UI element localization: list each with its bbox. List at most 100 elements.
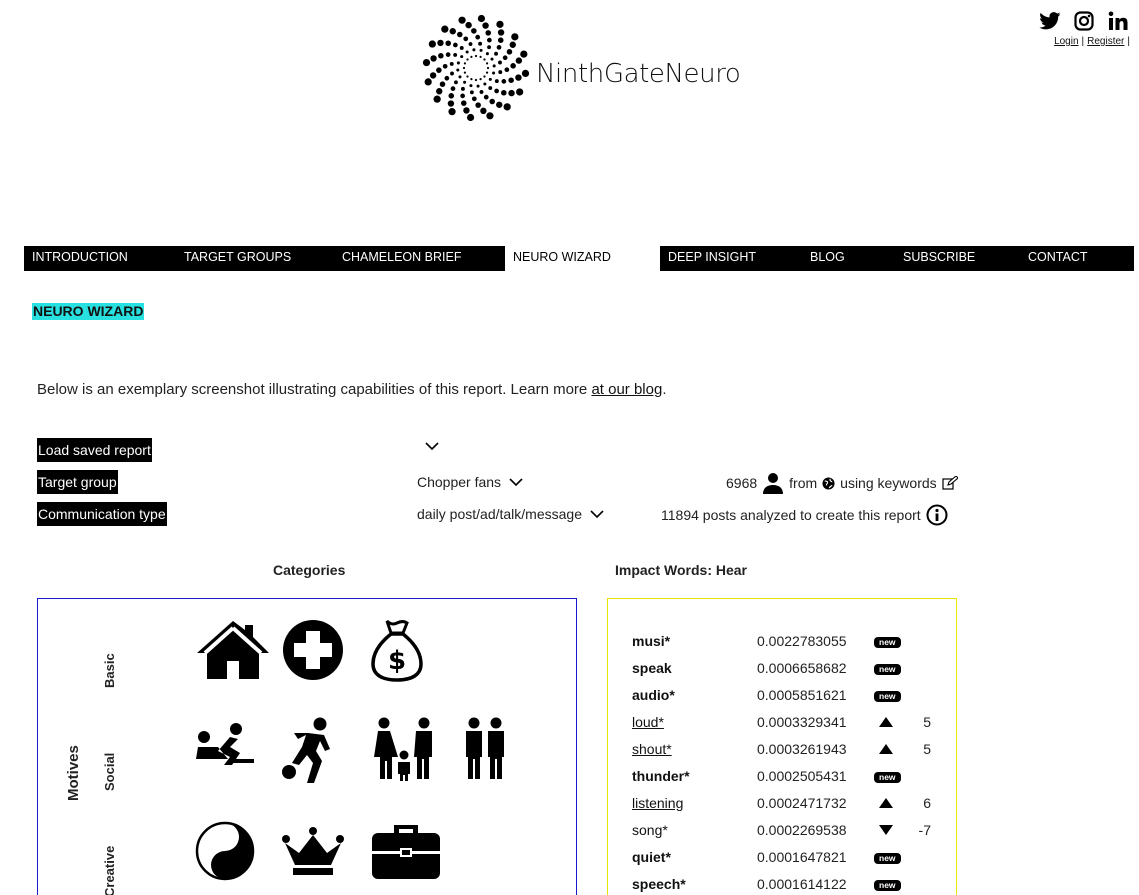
impact-word: song*: [632, 822, 668, 838]
impact-word: musi*: [632, 633, 671, 649]
home-icon[interactable]: [195, 619, 271, 681]
login-link[interactable]: Login: [1054, 36, 1078, 47]
impact-value: 0.0006658682: [757, 660, 847, 676]
nav-item-chameleon-brief[interactable]: CHAMELEON BRIEF: [334, 246, 505, 271]
nav-item-subscribe[interactable]: SUBSCRIBE: [895, 246, 1020, 271]
linkedin-icon[interactable]: [1107, 10, 1129, 32]
family-icon[interactable]: [370, 717, 436, 781]
globe-icon: [822, 476, 835, 490]
logo-dot: [479, 90, 484, 94]
row-label-social: Social: [102, 752, 117, 791]
user-icon: [763, 473, 784, 494]
impact-word[interactable]: loud*: [632, 714, 664, 730]
logo-dot: [511, 33, 519, 41]
brand-logo[interactable]: NinthGateNeuro: [422, 14, 752, 122]
rank-delta: 5: [923, 714, 931, 730]
logo-dot: [448, 93, 455, 99]
nav-item-introduction[interactable]: INTRODUCTION: [24, 246, 176, 271]
target-count: 6968: [726, 475, 758, 491]
logo-dot: [488, 86, 493, 90]
crown-icon[interactable]: [281, 825, 345, 877]
impact-word[interactable]: listening: [632, 795, 683, 811]
logo-dot: [483, 82, 487, 86]
logo-dot: [442, 63, 448, 69]
impact-word-row: musi* 0.0022783055 new: [632, 633, 952, 655]
logo-dot: [482, 22, 489, 29]
impact-value: 0.0003261943: [757, 741, 847, 757]
target-group-select[interactable]: Chopper fans: [417, 474, 523, 490]
edit-icon[interactable]: [942, 476, 958, 490]
target-group-label: Target group: [37, 470, 118, 494]
money-bag-icon[interactable]: $: [370, 617, 424, 683]
logo-dot: [458, 16, 466, 24]
logo-dot: [458, 75, 462, 79]
triangle-up-icon: [879, 798, 893, 808]
impact-word-row: speak 0.0006658682 new: [632, 660, 952, 682]
logo-dot: [474, 78, 478, 82]
logo-dot: [449, 28, 456, 35]
logo-dot: [483, 94, 489, 100]
logo-dot: [460, 93, 465, 99]
logo-dot: [494, 51, 498, 56]
logo-dot: [466, 113, 475, 122]
new-badge: new: [874, 664, 901, 675]
nav-item-blog[interactable]: BLOG: [802, 246, 895, 271]
triangle-down-icon: [879, 825, 893, 835]
info-icon[interactable]: [926, 504, 948, 526]
logo-dot: [450, 86, 456, 91]
communication-type-value: daily post/ad/talk/message: [417, 506, 582, 522]
communication-type-select[interactable]: daily post/ad/talk/message: [417, 506, 604, 522]
logo-dot: [436, 67, 442, 73]
twitter-icon[interactable]: [1039, 10, 1061, 32]
impact-word[interactable]: shout*: [632, 741, 672, 757]
impact-word: audio*: [632, 687, 675, 703]
nav-item-neuro-wizard[interactable]: NEURO WIZARD: [505, 246, 660, 271]
logo-dot: [475, 34, 481, 40]
main-nav: INTRODUCTION TARGET GROUPS CHAMELEON BRI…: [24, 246, 1134, 271]
logo-dot: [448, 108, 456, 116]
couple-icon[interactable]: [462, 717, 508, 781]
blog-link[interactable]: at our blog: [591, 381, 662, 398]
logo-dot: [470, 55, 473, 59]
logo-dot: [475, 102, 481, 108]
nav-item-contact[interactable]: CONTACT: [1020, 246, 1134, 271]
logo-dot: [483, 75, 486, 78]
logo-dot: [480, 107, 487, 115]
logo-dot: [463, 107, 470, 114]
logo-dot: [459, 46, 464, 50]
logo-dot: [422, 58, 431, 67]
nav-item-deep-insight[interactable]: DEEP INSIGHT: [660, 246, 802, 271]
nav-item-target-groups[interactable]: TARGET GROUPS: [176, 246, 334, 271]
logo-dot: [494, 79, 499, 84]
logo-dot: [487, 45, 492, 50]
row-label-creative: Creative: [102, 845, 117, 895]
logo-dot: [515, 57, 523, 64]
briefcase-icon[interactable]: [370, 821, 442, 881]
logo-dot: [462, 66, 466, 70]
impact-word-row: quiet* 0.0001647821 new: [632, 849, 952, 871]
impact-word: quiet*: [632, 849, 671, 865]
health-cross-icon[interactable]: [282, 619, 344, 681]
yin-yang-icon[interactable]: [195, 821, 255, 881]
logo-dot: [485, 52, 489, 56]
soccer-player-icon[interactable]: [280, 717, 338, 783]
impact-word-row: thunder* 0.0002505431 new: [632, 768, 952, 790]
logo-dot: [520, 50, 528, 58]
logo-dot: [450, 71, 454, 76]
logo-dot: [477, 14, 486, 23]
logo-dot: [515, 74, 522, 81]
impact-word-row: song* 0.0002269538 -7: [632, 822, 952, 844]
logo-dot: [521, 69, 530, 78]
load-report-select[interactable]: [417, 442, 439, 451]
instagram-icon[interactable]: [1073, 10, 1095, 32]
logo-dot: [463, 36, 469, 42]
logo-dot: [463, 62, 467, 65]
intro-text: Below is an exemplary screenshot illustr…: [37, 381, 667, 398]
logo-dot: [497, 29, 505, 36]
impact-word-row: loud* 0.0003329341 5: [632, 714, 952, 736]
intimacy-icon[interactable]: [194, 721, 256, 767]
logo-dot: [506, 49, 513, 55]
register-link[interactable]: Register: [1087, 36, 1124, 47]
from-text: from: [789, 475, 818, 491]
impact-value: 0.0002505431: [757, 768, 847, 784]
